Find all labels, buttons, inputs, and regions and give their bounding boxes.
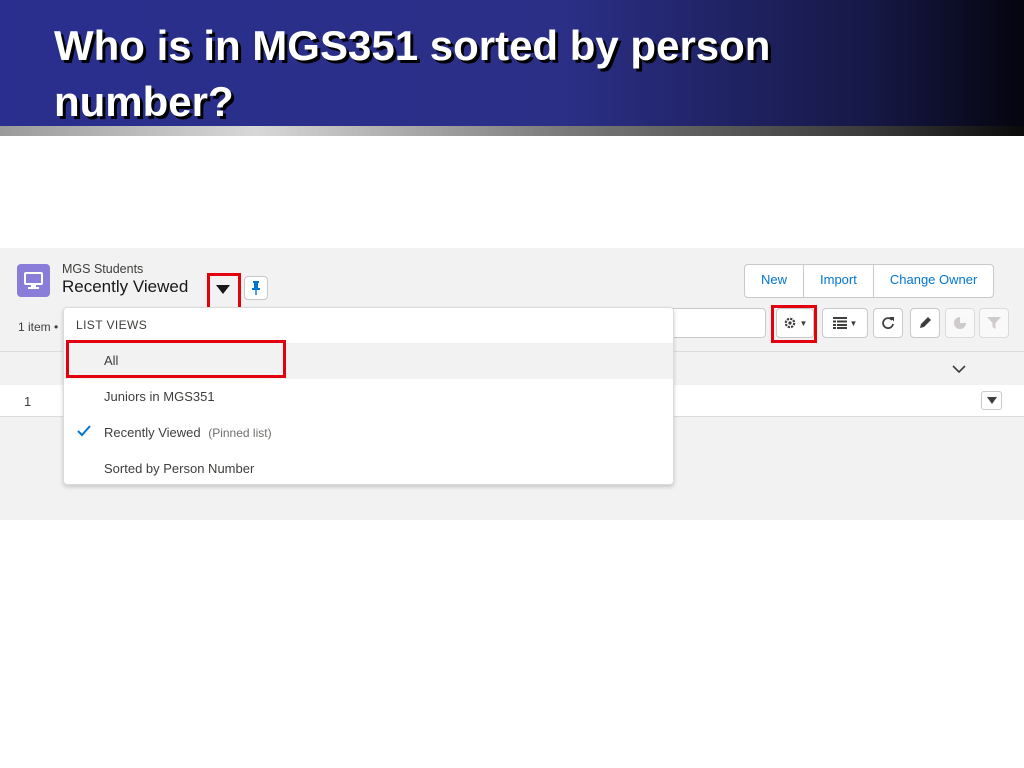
pencil-icon — [920, 317, 931, 328]
charts-button[interactable] — [945, 308, 975, 338]
search-input[interactable] — [672, 308, 766, 338]
refresh-button[interactable] — [873, 308, 903, 338]
list-view-item-juniors[interactable]: Juniors in MGS351 — [64, 379, 673, 415]
row-number: 1 — [24, 394, 32, 409]
inline-edit-button[interactable] — [910, 308, 940, 338]
check-icon — [77, 425, 91, 437]
row-actions-button[interactable] — [981, 391, 1002, 410]
table-icon — [832, 317, 847, 329]
chart-icon — [954, 317, 966, 329]
pin-icon — [252, 281, 260, 295]
filter-icon — [987, 317, 1001, 329]
desktop-icon — [17, 264, 50, 297]
pinned-list-note: (Pinned list) — [208, 426, 272, 440]
header-action-buttons: New Import Change Owner — [744, 264, 995, 298]
change-owner-button[interactable]: Change Owner — [872, 265, 993, 297]
list-view-item-label: Sorted by Person Number — [104, 461, 255, 476]
header-divider — [0, 126, 1024, 136]
new-button[interactable]: New — [745, 265, 803, 297]
list-view-name[interactable]: Recently Viewed — [62, 277, 188, 297]
item-count: 1 item • — [18, 320, 59, 334]
slide-header: Who is in MGS351 sorted by person number… — [0, 0, 1024, 126]
list-view-item-label: Juniors in MGS351 — [104, 389, 215, 404]
list-views-dropdown: LIST VIEWS All Juniors in MGS351 Recentl… — [63, 307, 674, 485]
list-view-item-sorted-by-person-number[interactable]: Sorted by Person Number — [64, 451, 673, 487]
slide-title: Who is in MGS351 sorted by person number… — [54, 22, 771, 125]
list-view-item-recently-viewed[interactable]: Recently Viewed (Pinned list) — [64, 415, 673, 451]
highlight-settings — [771, 305, 817, 343]
highlight-all-option — [66, 340, 286, 378]
pin-list-button[interactable] — [244, 276, 268, 300]
caret-down-icon: ▼ — [849, 318, 858, 328]
import-button[interactable]: Import — [803, 265, 873, 297]
highlight-view-dropdown — [207, 273, 241, 310]
display-as-button[interactable]: ▼ — [822, 308, 868, 338]
object-name: MGS Students — [62, 262, 144, 276]
dropdown-heading: LIST VIEWS — [76, 318, 148, 332]
caret-down-icon — [986, 397, 997, 404]
refresh-icon — [882, 317, 894, 329]
filter-button[interactable] — [979, 308, 1009, 338]
chevron-down-icon[interactable] — [951, 361, 967, 379]
list-view-item-label: Recently Viewed — [104, 425, 201, 440]
